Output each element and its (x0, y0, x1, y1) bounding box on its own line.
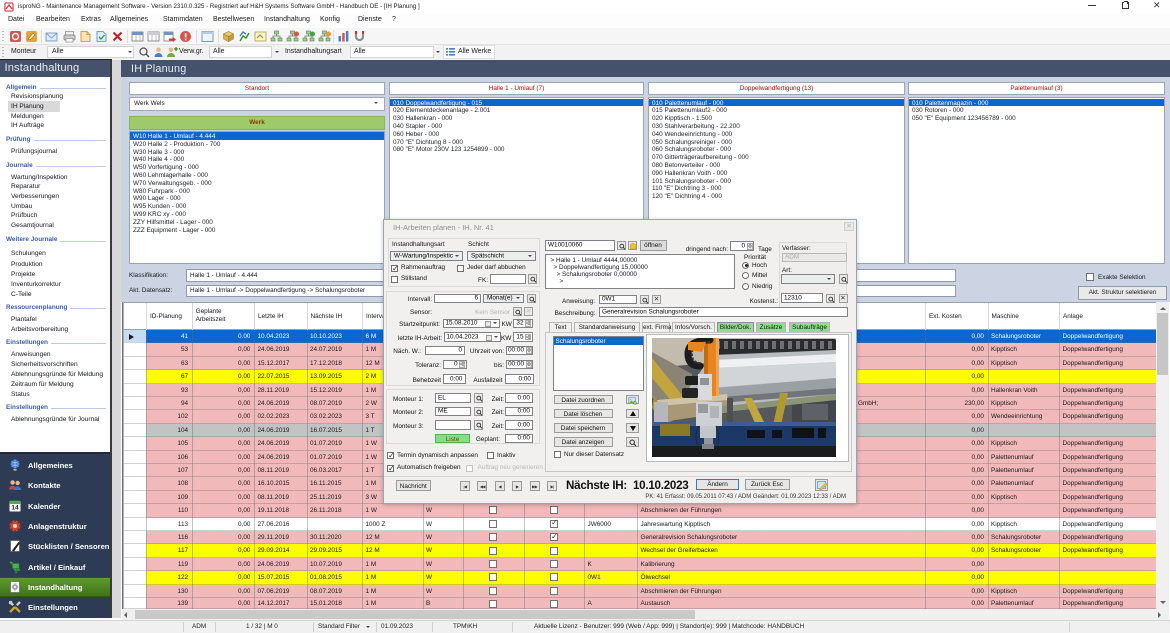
svg-text:14: 14 (11, 504, 19, 511)
